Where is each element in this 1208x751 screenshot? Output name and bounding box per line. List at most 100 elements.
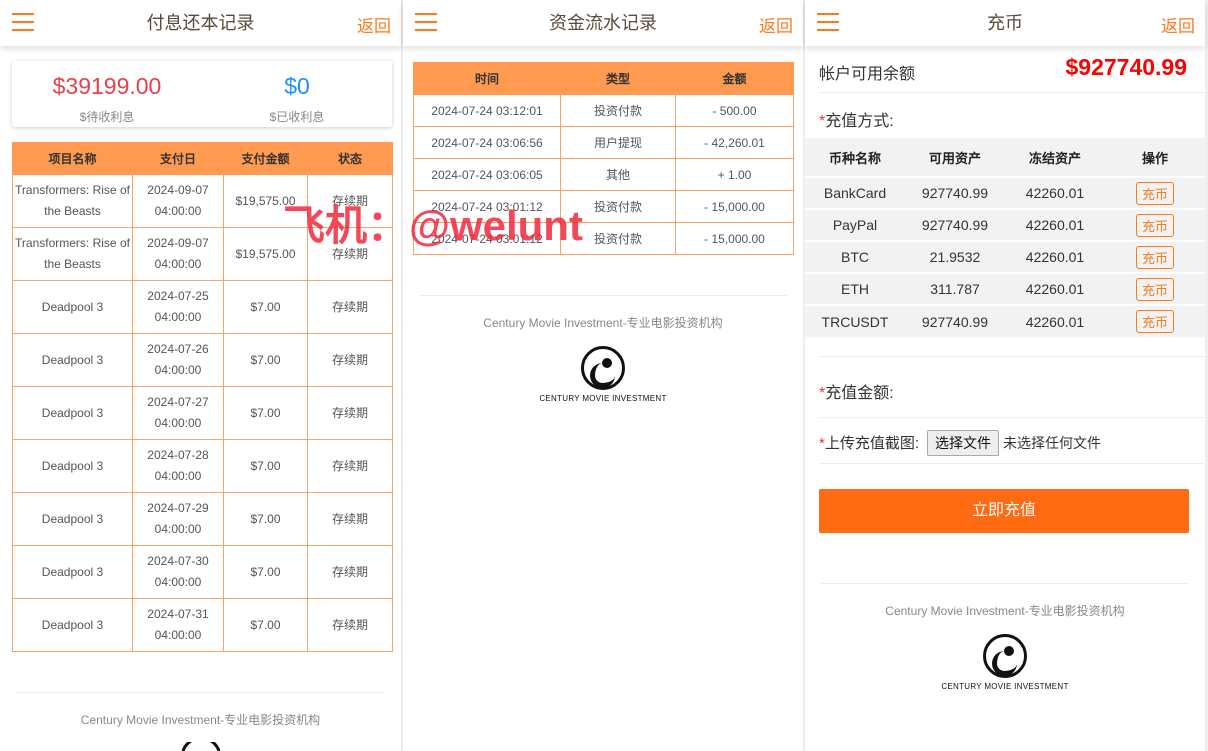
- column-header: 时间: [413, 62, 561, 95]
- table-cell: 2024-09-07 04:00:00: [132, 174, 224, 228]
- deposit-button[interactable]: 充币: [1135, 310, 1174, 333]
- table-cell: TRCUSDT: [805, 304, 905, 337]
- amount-label: *充值金额:: [819, 385, 894, 402]
- cell-text: Transformers: Rise of the Beasts: [15, 236, 130, 271]
- cell-text: 存续期: [331, 299, 368, 314]
- table-cell: - 500.00: [675, 94, 794, 127]
- table-cell: + 1.00: [675, 158, 794, 191]
- table-row: Deadpool 3 2024-07-30 04:00:00 $7.00 存续期: [12, 545, 393, 599]
- table-cell: 21.9532: [905, 240, 1005, 273]
- cell-text: Deadpool 3: [41, 352, 104, 367]
- deposit-button[interactable]: 充币: [1135, 181, 1174, 205]
- currency-table: 币种名称 可用资产 冻结资产 操作 BankCard 927740.99 42260.01 充…: [805, 138, 1205, 337]
- cell-text: 2024-07-29 04:00:00: [147, 501, 209, 536]
- cell-text: 2024-07-31 04:00:00: [147, 607, 209, 642]
- logo-text: CENTURY MOVIE INVESTMENT: [539, 394, 667, 403]
- table-row: 2024-07-24 03:06:05 其他 + 1.00: [413, 158, 794, 191]
- cell-text: - 15,000.00: [704, 231, 765, 246]
- cell-text: 2024-09-07 04:00:00: [147, 236, 209, 271]
- back-link[interactable]: 返回: [759, 12, 793, 37]
- table-row: Deadpool 3 2024-07-27 04:00:00 $7.00 存续期: [12, 386, 393, 440]
- menu-icon[interactable]: [817, 13, 839, 31]
- table-cell: 2024-07-24 03:06:56: [413, 126, 561, 159]
- table-cell: $7.00: [223, 598, 308, 652]
- cell-text: PayPal: [832, 217, 878, 233]
- interest-table: 项目名称 支付日 支付金额 状态 Transformers: Rise of the B…: [12, 142, 393, 652]
- table-cell: BTC: [805, 240, 905, 273]
- cell-text: 42260.01: [1025, 313, 1085, 330]
- header: 充币 返回: [805, 0, 1205, 46]
- interest-records-panel: 付息还本记录 返回 $39199.00 $待收利息 $0 $已收利息 项目名称 支付日…: [0, 0, 401, 751]
- cell-text: - 15,000.00: [704, 199, 765, 214]
- cell-text: $19,575.00: [235, 193, 296, 208]
- table-cell: ETH: [805, 272, 905, 305]
- menu-icon[interactable]: [12, 13, 34, 31]
- table-cell: - 42,260.01: [675, 126, 794, 159]
- table-cell: 42260.01: [1005, 208, 1105, 241]
- cell-text: 存续期: [331, 458, 368, 473]
- deposit-button[interactable]: 充币: [1135, 245, 1174, 269]
- table-cell: 充币: [1105, 240, 1205, 273]
- cell-text: 2024-07-26 04:00:00: [147, 342, 209, 377]
- column-header: 支付金额: [223, 142, 308, 175]
- table-cell: $7.00: [223, 439, 308, 493]
- cell-text: 投资付款: [593, 232, 642, 246]
- column-header: 支付日: [132, 142, 224, 175]
- logo-icon: [581, 346, 625, 390]
- file-status: 未选择任何文件: [1003, 435, 1102, 451]
- back-link[interactable]: 返回: [357, 12, 391, 37]
- received-interest-label: $已收利息: [269, 110, 325, 124]
- table-cell: BankCard: [805, 176, 905, 209]
- table-cell: 其他: [560, 158, 676, 191]
- balance-value: $927740.99: [1065, 54, 1187, 80]
- table-cell: 927740.99: [905, 208, 1005, 241]
- table-cell: 充币: [1105, 208, 1205, 241]
- submit-deposit-button[interactable]: 立即充值: [819, 489, 1189, 533]
- cell-text: 927740.99: [921, 313, 989, 330]
- header: 资金流水记录 返回: [403, 0, 803, 46]
- cell-text: 2024-07-24 03:12:01: [431, 103, 543, 118]
- table-row: ETH 311.787 42260.01 充币: [805, 272, 1205, 305]
- cell-text: TRCUSDT: [821, 313, 889, 330]
- table-row: Transformers: Rise of the Beasts 2024-09-…: [12, 174, 393, 228]
- cell-text: 用户提现: [593, 136, 642, 150]
- menu-icon[interactable]: [415, 13, 437, 31]
- cell-text: $7.00: [250, 458, 281, 473]
- table-cell: 311.787: [905, 272, 1005, 305]
- cell-text: 21.9532: [929, 249, 981, 265]
- table-cell: Deadpool 3: [12, 598, 133, 652]
- choose-file-button[interactable]: 选择文件: [927, 430, 1000, 456]
- table-cell: 42260.01: [1005, 272, 1105, 305]
- cell-text: Deadpool 3: [41, 299, 104, 314]
- table-row: Transformers: Rise of the Beasts 2024-09-…: [12, 227, 393, 281]
- table-cell: 存续期: [307, 386, 393, 440]
- table-cell: Deadpool 3: [12, 492, 133, 546]
- back-link[interactable]: 返回: [1161, 12, 1195, 37]
- footer: Century Movie Investment-专业电影投资机构 CENTURY…: [403, 295, 803, 403]
- header: 付息还本记录 返回: [0, 0, 401, 46]
- cell-text: 2024-07-24 03:06:05: [431, 167, 543, 182]
- deposit-button[interactable]: 充币: [1135, 213, 1174, 237]
- received-interest-value: $0: [284, 73, 310, 99]
- pending-interest-value: $39199.00: [52, 73, 162, 99]
- cell-text: 2024-07-24 03:01:12: [431, 231, 543, 246]
- table-row: Deadpool 3 2024-07-26 04:00:00 $7.00 存续期: [12, 333, 393, 387]
- cell-text: 存续期: [331, 405, 368, 420]
- table-cell: 存续期: [307, 439, 393, 493]
- cell-text: - 42,260.01: [704, 135, 765, 150]
- footer: Century Movie Investment-专业电影投资机构: [0, 692, 401, 751]
- cell-text: 311.787: [930, 281, 980, 297]
- cell-text: Transformers: Rise of the Beasts: [15, 183, 130, 218]
- cell-text: 2024-07-24 03:06:56: [431, 135, 543, 150]
- interest-summary-card: $39199.00 $待收利息 $0 $已收利息: [12, 61, 392, 127]
- table-row: 2024-07-24 03:06:56 用户提现 - 42,260.01: [413, 126, 794, 159]
- table-cell: - 15,000.00: [675, 190, 794, 223]
- method-label: *充值方式:: [819, 113, 894, 130]
- cell-text: $7.00: [250, 299, 281, 314]
- table-cell: 充币: [1105, 176, 1205, 209]
- page-title: 资金流水记录: [549, 13, 657, 33]
- table-cell: 存续期: [307, 545, 393, 599]
- deposit-button[interactable]: 充币: [1135, 277, 1174, 301]
- fund-flow-panel: 资金流水记录 返回 时间 类型 金额 2024-07-24 03:12:01 投资付款 -…: [403, 0, 803, 751]
- footer-text: Century Movie Investment-专业电影投资机构: [885, 604, 1125, 618]
